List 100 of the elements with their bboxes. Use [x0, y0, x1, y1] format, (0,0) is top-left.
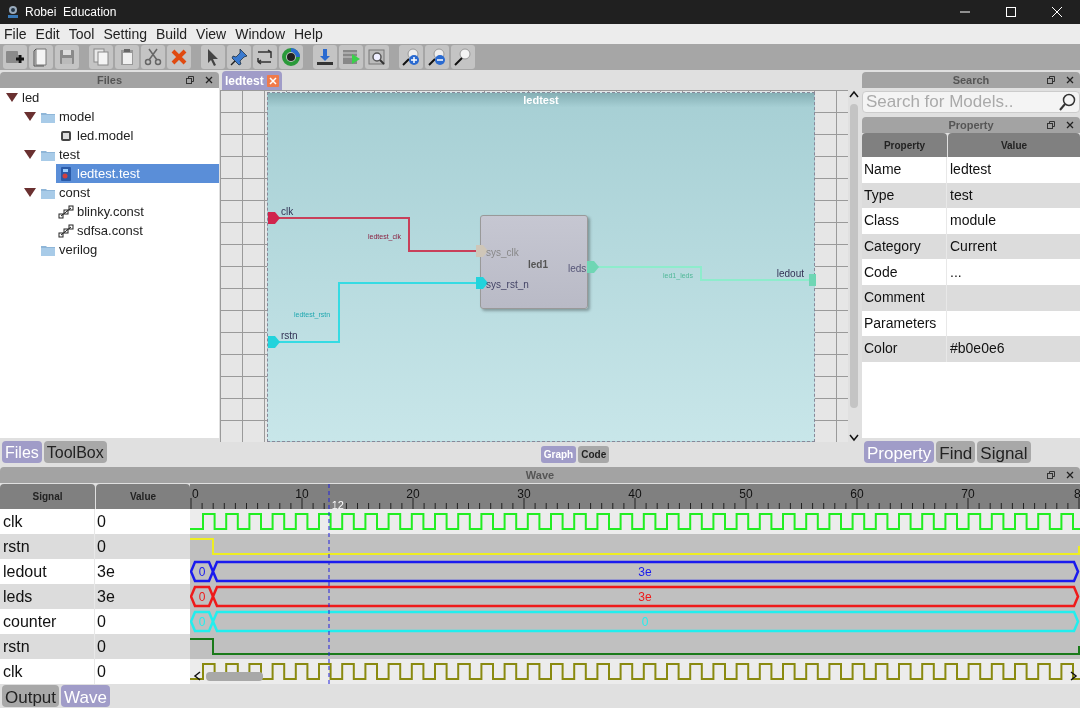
chevron-left-icon[interactable]: [193, 671, 203, 681]
panel-tab[interactable]: Signal: [977, 441, 1031, 463]
signal-name: rstn: [3, 636, 30, 657]
toolbar-button[interactable]: [365, 45, 389, 69]
property-value[interactable]: test: [950, 184, 973, 206]
refresh-icon: [281, 47, 301, 67]
column-header: Value: [96, 484, 190, 509]
chevron-right-icon[interactable]: [1068, 671, 1078, 681]
property-name: Name: [862, 157, 947, 183]
port-marker[interactable]: [268, 336, 280, 348]
copy-icon: [91, 47, 111, 67]
toolbar-button[interactable]: [313, 45, 337, 69]
close-icon[interactable]: [205, 76, 213, 84]
signal-name: clk: [3, 511, 23, 532]
zoom-icon: [453, 47, 473, 67]
close-icon[interactable]: [1066, 76, 1074, 84]
menu-item[interactable]: Edit: [35, 23, 60, 45]
toolbar-button[interactable]: [3, 45, 27, 69]
property-value[interactable]: Current: [950, 236, 997, 258]
collapse-arrow-icon[interactable]: [24, 112, 36, 121]
signal-name: ledout: [3, 561, 47, 582]
panel-title: Wave: [525, 467, 555, 483]
save-icon: [57, 47, 77, 67]
column-header: Signal: [0, 484, 95, 509]
chevron-down-icon[interactable]: [849, 434, 859, 442]
signal-value: 3e: [97, 561, 115, 582]
ruler-label: 30: [517, 486, 531, 503]
ruler-label: 8: [1074, 486, 1080, 503]
signal-name: clk: [3, 661, 23, 682]
menu-item[interactable]: File: [4, 23, 27, 45]
tree-item[interactable]: const: [38, 183, 219, 202]
float-icon[interactable]: [1047, 76, 1055, 84]
menu-item[interactable]: Tool: [68, 23, 95, 45]
tree-item[interactable]: test: [38, 145, 219, 164]
panel-tab[interactable]: ToolBox: [43, 441, 107, 463]
property-name: Class: [862, 208, 947, 234]
close-icon[interactable]: [1066, 121, 1074, 129]
scrollbar-thumb[interactable]: [206, 671, 263, 681]
toolbar-button[interactable]: [227, 45, 251, 69]
tree-item[interactable]: model: [38, 107, 219, 126]
signal-value: 0: [97, 611, 106, 632]
bus-value: 0: [641, 615, 649, 629]
close-icon[interactable]: [266, 74, 279, 87]
signal-value: 0: [97, 536, 106, 557]
menu-item[interactable]: View: [196, 23, 227, 45]
collapse-arrow-icon[interactable]: [24, 150, 36, 159]
port-marker[interactable]: [268, 212, 280, 224]
toolbar-button[interactable]: [399, 45, 423, 69]
panel-tab[interactable]: Find: [936, 441, 976, 463]
port-marker[interactable]: [809, 274, 816, 286]
module-title: ledtest: [268, 93, 814, 107]
ruler-label: 50: [739, 486, 753, 503]
tree-item[interactable]: led: [20, 88, 219, 107]
float-icon[interactable]: [1047, 121, 1055, 129]
ruler-label: 40: [628, 486, 642, 503]
panel-title: Property: [948, 117, 994, 133]
toolbar-button[interactable]: [451, 45, 475, 69]
menu-item[interactable]: Build: [155, 23, 188, 45]
toolbar-button[interactable]: [425, 45, 449, 69]
close-icon[interactable]: [1066, 471, 1074, 479]
download-icon: [315, 47, 335, 67]
cursor-time-label: 12: [331, 498, 344, 509]
panel-title: Search: [952, 72, 990, 88]
toolbar-button[interactable]: [201, 45, 225, 69]
signal-value: 3e: [97, 586, 115, 607]
panel-tab[interactable]: Code: [578, 445, 610, 463]
collapse-arrow-icon[interactable]: [24, 188, 36, 197]
scrollbar-thumb[interactable]: [850, 104, 858, 408]
zoom-out-icon: [427, 47, 447, 67]
menu-item[interactable]: Window: [235, 23, 285, 45]
port-marker[interactable]: [587, 261, 599, 273]
property-value[interactable]: #b0e0e6: [950, 338, 1005, 360]
tree-item[interactable]: led.model: [56, 126, 219, 145]
float-icon[interactable]: [1047, 471, 1055, 479]
toolbar-button[interactable]: [253, 45, 277, 69]
panel-tab[interactable]: Output: [2, 685, 60, 707]
pin-icon: [229, 47, 249, 67]
search-icon[interactable]: [1059, 92, 1077, 111]
port-marker[interactable]: [476, 277, 488, 289]
property-value[interactable]: module: [950, 210, 996, 232]
bus-value: 0: [198, 565, 206, 579]
port-label: rstn: [281, 329, 298, 343]
property-value[interactable]: ledtest: [950, 159, 992, 181]
port-marker[interactable]: [476, 245, 488, 257]
tree-item[interactable]: sdfsa.const: [56, 221, 219, 240]
menu-item[interactable]: Setting: [103, 23, 147, 45]
column-header: Value: [948, 133, 1080, 157]
property-value[interactable]: ...: [950, 261, 962, 283]
tree-item[interactable]: verilog: [38, 240, 219, 259]
menu-item[interactable]: Help: [294, 23, 323, 45]
chevron-up-icon[interactable]: [849, 90, 859, 98]
search-field[interactable]: Search for Models..: [862, 90, 1080, 113]
tree-item[interactable]: blinky.const: [56, 202, 219, 221]
float-icon[interactable]: [186, 76, 194, 84]
file-icon: [58, 165, 74, 182]
play-icon: [341, 47, 361, 67]
collapse-arrow-icon[interactable]: [6, 93, 18, 102]
ruler-label: 0: [192, 486, 199, 503]
toolbar-button[interactable]: [279, 45, 303, 69]
zoom-in-icon: [401, 47, 421, 67]
